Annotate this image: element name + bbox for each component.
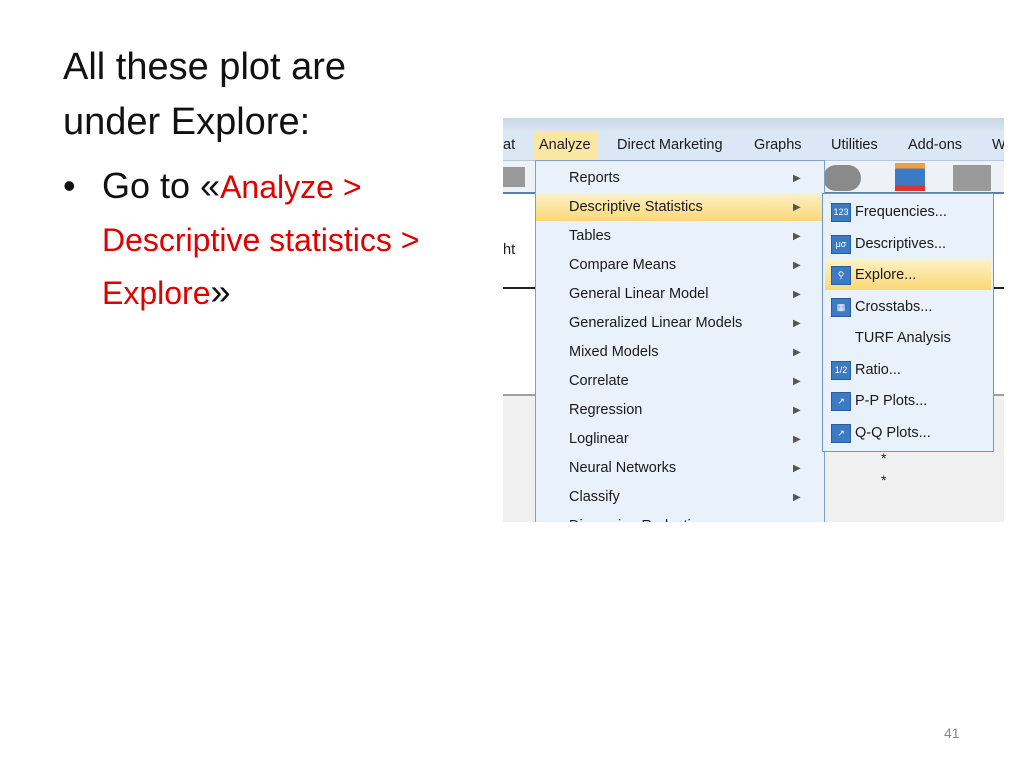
menu-item-compare-means[interactable]: Compare Means ▶ bbox=[536, 252, 824, 279]
submenu-arrow-icon: ▶ bbox=[793, 376, 801, 387]
submenu-arrow-icon: ▶ bbox=[793, 318, 801, 329]
toolbar-icon[interactable] bbox=[953, 165, 991, 191]
menu-item-label: Mixed Models bbox=[569, 344, 659, 360]
menu-item-loglinear[interactable]: Loglinear ▶ bbox=[536, 426, 824, 453]
menu-item-label: Loglinear bbox=[569, 431, 629, 447]
qq-plot-icon: ↗ bbox=[831, 423, 851, 443]
submenu-item-p-p-plots[interactable]: ↗ P-P Plots... bbox=[825, 386, 991, 416]
menu-item-dimension-reduction[interactable]: Dimension Reduction ▶ bbox=[536, 513, 824, 522]
spss-screenshot: at Analyze Direct Marketing Graphs Utili… bbox=[503, 118, 1004, 522]
menu-item-label: Dimension Reduction bbox=[569, 513, 707, 522]
analyze-menu: Reports ▶ Descriptive Statistics ▶ Tables ▶ Co… bbox=[535, 160, 825, 522]
path-explore: Explore bbox=[102, 275, 211, 311]
page-number: 41 bbox=[944, 725, 960, 741]
submenu-arrow-icon: ▶ bbox=[793, 405, 801, 416]
menu-item-mixed-models[interactable]: Mixed Models ▶ bbox=[536, 339, 824, 366]
title-line: under Explore: bbox=[63, 101, 311, 143]
title-bar bbox=[503, 118, 1004, 131]
menu-window[interactable]: W bbox=[992, 137, 1004, 153]
menu-utilities[interactable]: Utilities bbox=[831, 137, 878, 153]
ratio-icon: 1/2 bbox=[831, 360, 851, 380]
submenu-item-label: Ratio... bbox=[855, 361, 901, 378]
submenu-item-label: Crosstabs... bbox=[855, 298, 933, 315]
path-analyze: Analyze > bbox=[220, 169, 362, 205]
slide-title: All these plot are under Explore: bbox=[63, 40, 346, 150]
submenu-item-label: TURF Analysis bbox=[855, 330, 951, 346]
menu-graphs[interactable]: Graphs bbox=[754, 137, 802, 153]
submenu-item-turf-analysis[interactable]: TURF Analysis bbox=[825, 323, 991, 353]
title-line: All these plot are bbox=[63, 46, 347, 88]
toolbar-icon[interactable] bbox=[823, 165, 861, 191]
menu-item-label: Neural Networks bbox=[569, 460, 677, 476]
submenu-item-frequencies[interactable]: 123 Frequencies... bbox=[825, 197, 991, 227]
submenu-arrow-icon: ▶ bbox=[793, 434, 801, 445]
menu-item-label: Generalized Linear Models bbox=[569, 315, 743, 331]
star-mark: * bbox=[881, 450, 887, 466]
path-descriptive: Descriptive statistics > bbox=[102, 222, 420, 258]
menu-item-general-linear-model[interactable]: General Linear Model ▶ bbox=[536, 281, 824, 308]
submenu-item-explore[interactable]: ⚲ Explore... bbox=[825, 260, 991, 290]
menu-item-tables[interactable]: Tables ▶ bbox=[536, 223, 824, 250]
menu-item-classify[interactable]: Classify ▶ bbox=[536, 484, 824, 511]
submenu-arrow-icon: ▶ bbox=[793, 463, 801, 474]
submenu-item-label: Descriptives... bbox=[855, 235, 947, 252]
menu-item-descriptive-statistics[interactable]: Descriptive Statistics ▶ bbox=[536, 194, 824, 221]
menu-item-label: Compare Means bbox=[569, 257, 677, 273]
submenu-arrow-icon: ▶ bbox=[793, 513, 801, 522]
descriptive-statistics-submenu: 123 Frequencies... μσ Descriptives... ⚲ Explo… bbox=[822, 193, 994, 452]
submenu-item-descriptives[interactable]: μσ Descriptives... bbox=[825, 229, 991, 259]
menu-analyze[interactable]: Analyze bbox=[533, 131, 597, 160]
menu-add-ons[interactable]: Add-ons bbox=[908, 137, 962, 153]
menu-format[interactable]: at bbox=[503, 137, 515, 153]
menu-item-generalized-linear-models[interactable]: Generalized Linear Models ▶ bbox=[536, 310, 824, 337]
menu-item-label: Tables bbox=[569, 228, 611, 244]
submenu-item-label: P-P Plots... bbox=[855, 393, 928, 409]
submenu-item-label: Explore... bbox=[855, 267, 917, 283]
submenu-arrow-icon: ▶ bbox=[793, 202, 801, 213]
submenu-arrow-icon: ▶ bbox=[793, 260, 801, 271]
submenu-item-q-q-plots[interactable]: ↗ Q-Q Plots... bbox=[825, 418, 991, 448]
menu-item-regression[interactable]: Regression ▶ bbox=[536, 397, 824, 424]
menubar: at Analyze Direct Marketing Graphs Utili… bbox=[503, 131, 1004, 161]
submenu-arrow-icon: ▶ bbox=[793, 492, 801, 503]
bullet-prefix: Go to « bbox=[102, 165, 221, 206]
bullet-suffix: » bbox=[210, 271, 231, 312]
submenu-arrow-icon: ▶ bbox=[793, 347, 801, 358]
menu-item-label: Classify bbox=[569, 489, 620, 505]
submenu-arrow-icon: ▶ bbox=[793, 289, 801, 300]
frequencies-123-icon: 123 bbox=[831, 203, 851, 222]
submenu-item-label: Q-Q Plots... bbox=[855, 424, 931, 441]
cell-fragment: ht bbox=[503, 242, 516, 258]
redo-icon[interactable] bbox=[503, 167, 525, 187]
menu-item-label: Descriptive Statistics bbox=[569, 199, 703, 215]
submenu-item-label: Frequencies... bbox=[855, 204, 947, 220]
menu-item-neural-networks[interactable]: Neural Networks ▶ bbox=[536, 455, 824, 482]
crosstabs-icon: ▦ bbox=[831, 297, 851, 317]
bullet-dot: • bbox=[63, 165, 76, 206]
menu-item-label: Reports bbox=[569, 170, 620, 186]
explore-icon: ⚲ bbox=[831, 266, 851, 285]
menu-item-label: Correlate bbox=[569, 373, 629, 389]
menu-direct-marketing[interactable]: Direct Marketing bbox=[617, 137, 723, 153]
submenu-item-ratio[interactable]: 1/2 Ratio... bbox=[825, 355, 991, 385]
descriptives-icon: μσ bbox=[831, 234, 851, 254]
submenu-arrow-icon: ▶ bbox=[793, 231, 801, 242]
menu-item-label: Regression bbox=[569, 402, 643, 418]
menu-item-label: General Linear Model bbox=[569, 286, 709, 302]
submenu-item-crosstabs[interactable]: ▦ Crosstabs... bbox=[825, 292, 991, 322]
submenu-arrow-icon: ▶ bbox=[793, 173, 801, 184]
star-mark: * bbox=[881, 472, 887, 488]
variables-icon[interactable] bbox=[895, 163, 925, 191]
pp-plot-icon: ↗ bbox=[831, 392, 851, 411]
menu-item-correlate[interactable]: Correlate ▶ bbox=[536, 368, 824, 395]
menu-item-reports[interactable]: Reports ▶ bbox=[536, 165, 824, 192]
